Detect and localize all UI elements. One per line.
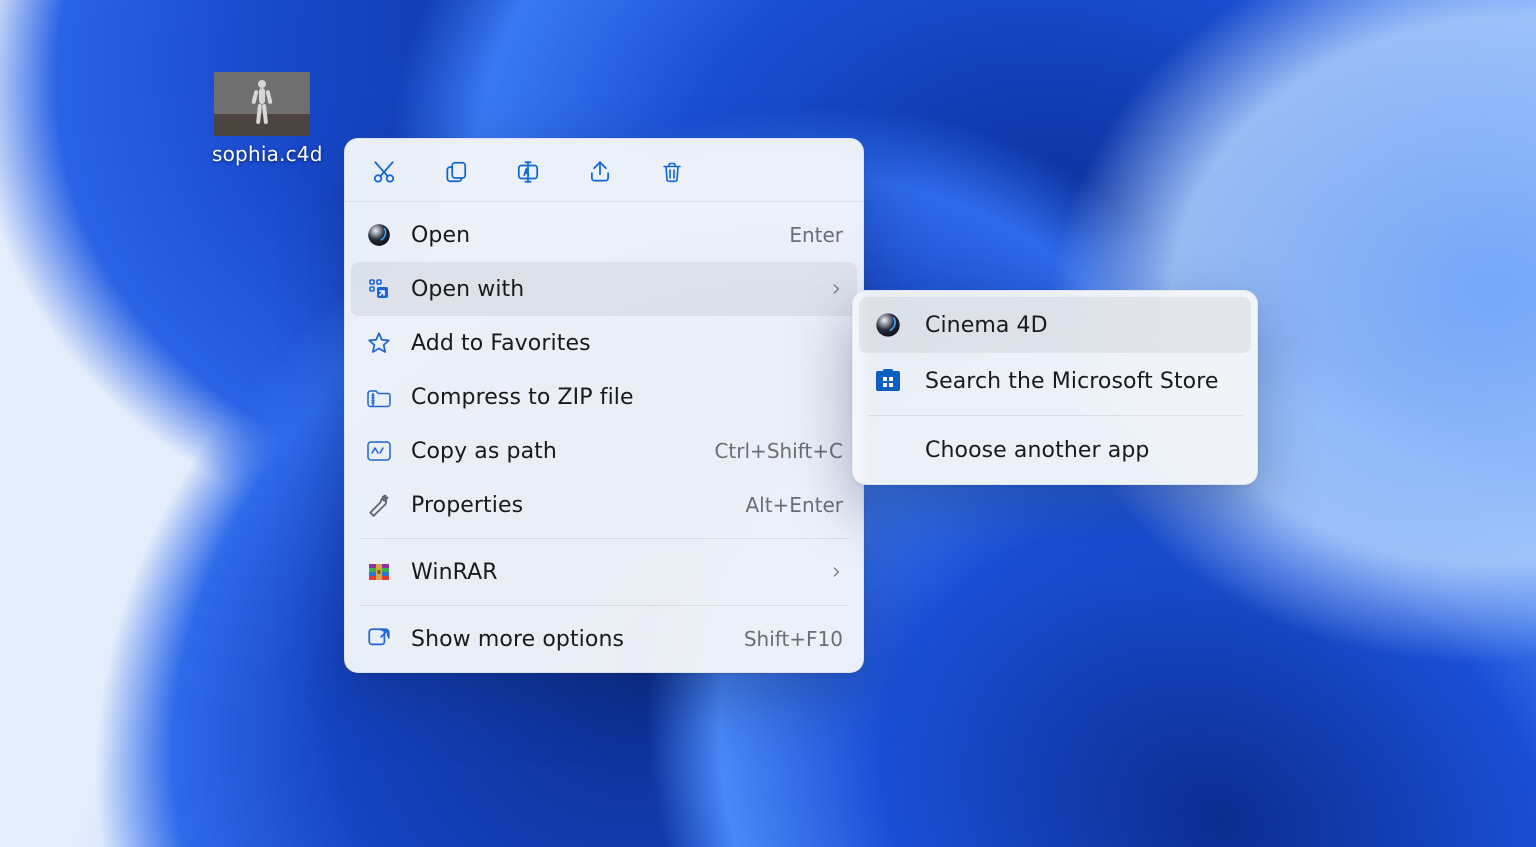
mannequin-icon (245, 78, 279, 132)
file-thumbnail (214, 72, 310, 136)
context-menu-toolbar (345, 139, 863, 202)
menu-copy-path-label: Copy as path (411, 439, 557, 464)
copy-icon[interactable] (441, 157, 471, 187)
menu-open[interactable]: Open Enter (351, 208, 857, 262)
star-icon (365, 329, 393, 357)
menu-winrar[interactable]: WinRAR (351, 545, 857, 599)
menu-open-hint: Enter (789, 223, 843, 247)
menu-properties[interactable]: Properties Alt+Enter (351, 478, 857, 532)
wrench-icon (365, 491, 393, 519)
menu-add-favorites[interactable]: Add to Favorites (351, 316, 857, 370)
file-label: sophia.c4d (212, 142, 312, 166)
menu-separator (359, 538, 849, 539)
desktop-file-sophia[interactable]: sophia.c4d (212, 72, 312, 166)
menu-add-favorites-label: Add to Favorites (411, 331, 591, 356)
menu-properties-label: Properties (411, 493, 523, 518)
menu-winrar-label: WinRAR (411, 560, 498, 585)
menu-separator (867, 415, 1243, 416)
menu-copy-path[interactable]: Copy as path Ctrl+Shift+C (351, 424, 857, 478)
menu-open-label: Open (411, 223, 470, 248)
menu-open-with-label: Open with (411, 277, 524, 302)
submenu-choose-another-app-label: Choose another app (925, 438, 1149, 463)
menu-compress-zip[interactable]: Compress to ZIP file (351, 370, 857, 424)
context-menu: Open Enter Open with Add (344, 138, 864, 673)
copy-path-icon (365, 437, 393, 465)
menu-show-more-options-hint: Shift+F10 (744, 627, 843, 651)
open-with-icon (365, 275, 393, 303)
chevron-right-icon (829, 282, 843, 296)
cinema4d-icon (873, 310, 903, 340)
rename-icon[interactable] (513, 157, 543, 187)
submenu-ms-store[interactable]: Search the Microsoft Store (859, 353, 1251, 409)
menu-open-with[interactable]: Open with (351, 262, 857, 316)
open-with-submenu: Cinema 4D Search the Microsoft Store Cho… (852, 290, 1258, 485)
menu-compress-zip-label: Compress to ZIP file (411, 385, 634, 410)
submenu-cinema4d-label: Cinema 4D (925, 313, 1048, 338)
chevron-right-icon (829, 565, 843, 579)
menu-copy-path-hint: Ctrl+Shift+C (714, 439, 843, 463)
blank-icon (873, 435, 903, 465)
microsoft-store-icon (873, 366, 903, 396)
more-options-icon (365, 625, 393, 653)
delete-icon[interactable] (657, 157, 687, 187)
cinema4d-icon (365, 221, 393, 249)
winrar-icon (365, 558, 393, 586)
menu-properties-hint: Alt+Enter (745, 493, 843, 517)
menu-show-more-options[interactable]: Show more options Shift+F10 (351, 612, 857, 666)
menu-show-more-options-label: Show more options (411, 627, 624, 652)
submenu-cinema4d[interactable]: Cinema 4D (859, 297, 1251, 353)
zip-icon (365, 383, 393, 411)
share-icon[interactable] (585, 157, 615, 187)
menu-separator (359, 605, 849, 606)
submenu-ms-store-label: Search the Microsoft Store (925, 369, 1219, 394)
submenu-choose-another-app[interactable]: Choose another app (859, 422, 1251, 478)
cut-icon[interactable] (369, 157, 399, 187)
